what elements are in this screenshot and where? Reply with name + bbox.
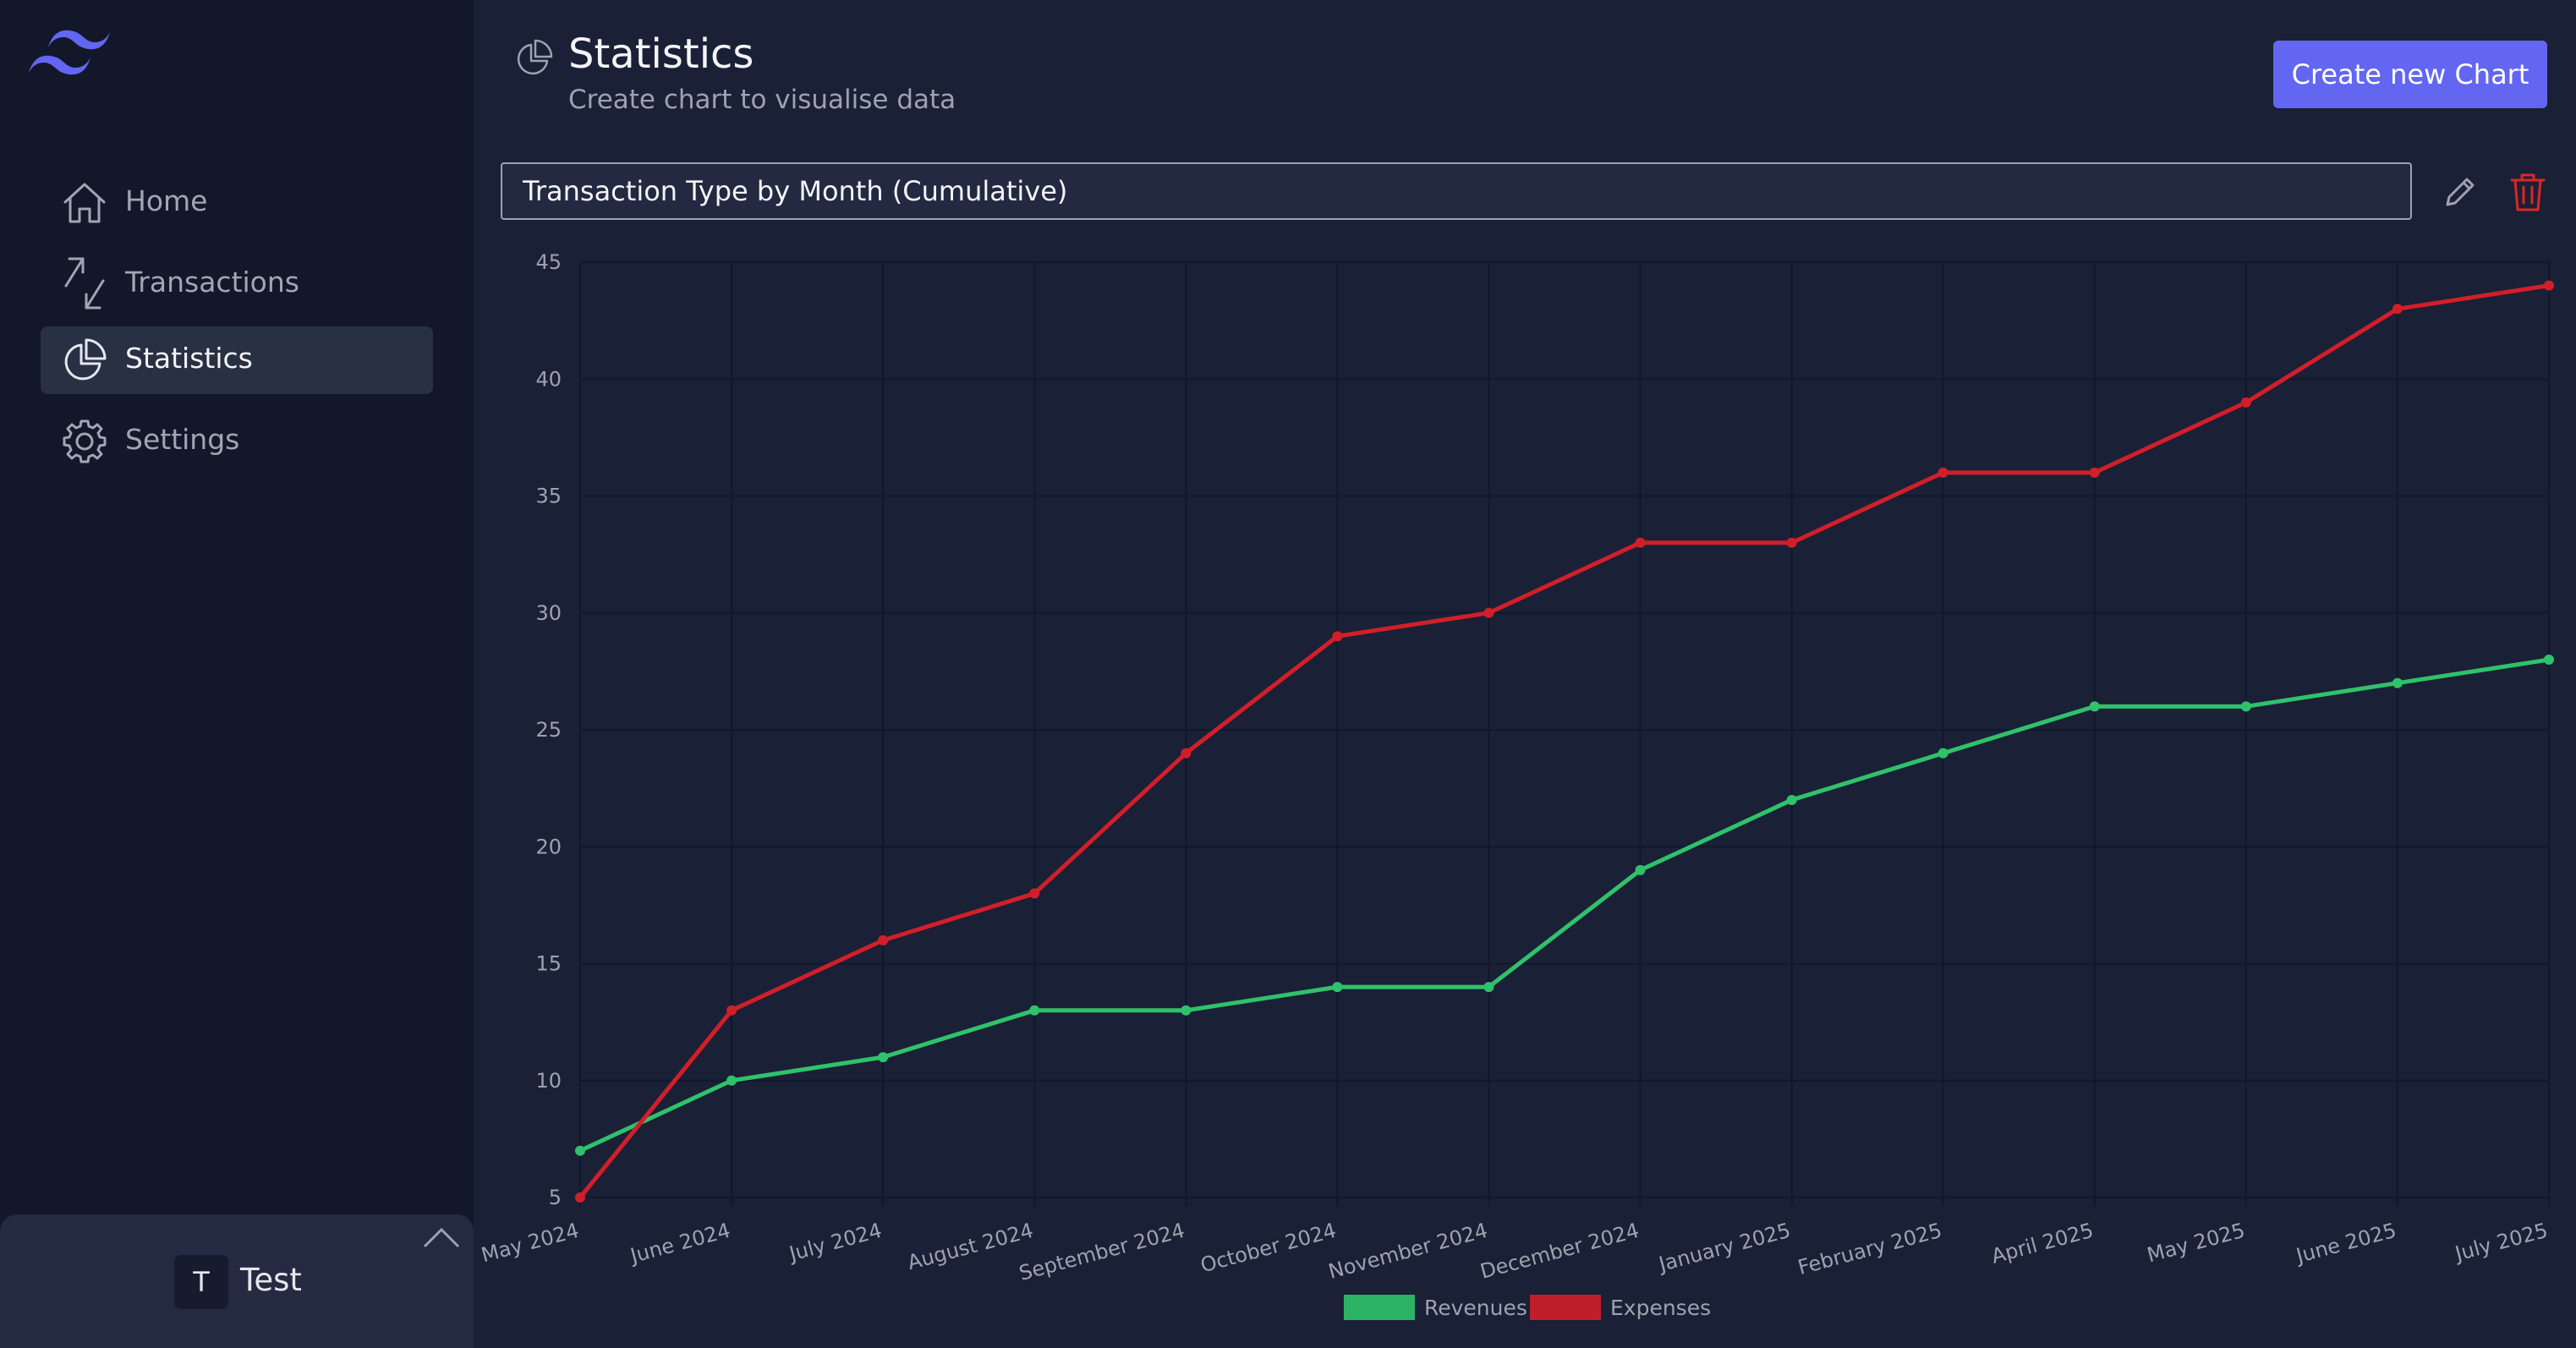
create-chart-button[interactable]: Create new Chart <box>2273 41 2547 108</box>
data-point-revenues <box>2544 655 2554 666</box>
data-point-expenses <box>2392 304 2403 315</box>
x-tick-label: December 2024 <box>1477 1219 1642 1284</box>
x-tick-label: September 2024 <box>1017 1219 1187 1285</box>
data-point-expenses <box>1483 607 1494 618</box>
sidebar: Home Transactions Statistics Settings T … <box>0 0 474 1348</box>
data-point-revenues <box>1786 794 1797 805</box>
data-point-revenues <box>726 1075 737 1086</box>
y-tick-label: 20 <box>535 835 562 858</box>
x-tick-label: July 2024 <box>785 1219 884 1267</box>
line-chart: 5 10 15 20 25 30 35 40 45 May 2024 June 2024 July 2… <box>479 250 2554 1320</box>
data-point-expenses <box>878 934 889 945</box>
x-tick-label: November 2024 <box>1326 1219 1490 1284</box>
sidebar-item-label: Settings <box>125 423 240 456</box>
data-point-revenues <box>1937 748 1948 759</box>
y-tick-label: 45 <box>535 250 562 274</box>
sidebar-item-settings[interactable]: Settings <box>41 408 433 475</box>
sidebar-item-transactions[interactable]: Transactions <box>41 250 433 318</box>
sidebar-item-label: Home <box>125 184 208 217</box>
x-tick-label: June 2025 <box>2292 1219 2398 1269</box>
pie-chart-icon <box>64 338 107 381</box>
legend-label: Expenses <box>1610 1296 1711 1320</box>
x-tick-label: January 2025 <box>1655 1219 1793 1277</box>
data-point-expenses <box>2089 467 2100 478</box>
x-tick-label: April 2025 <box>1989 1219 2096 1269</box>
arrows-icon <box>64 257 105 310</box>
x-tick-label: July 2025 <box>2451 1219 2550 1267</box>
data-point-expenses <box>2544 280 2554 291</box>
y-tick-label: 30 <box>535 601 562 625</box>
data-point-revenues <box>1332 982 1343 993</box>
data-point-revenues <box>1181 1005 1192 1016</box>
gear-icon <box>63 419 107 463</box>
data-point-revenues <box>878 1052 889 1063</box>
trash-icon[interactable] <box>2508 171 2547 213</box>
series-line-expenses <box>578 283 2550 1199</box>
page-title: Statistics <box>568 30 754 78</box>
data-point-expenses <box>1937 467 1948 478</box>
legend-swatch-expenses <box>1530 1295 1601 1320</box>
user-card[interactable]: T Test <box>0 1214 474 1348</box>
x-tick-label: August 2024 <box>905 1219 1036 1275</box>
x-tick-label: October 2024 <box>1198 1219 1339 1278</box>
x-tick-label: May 2025 <box>2145 1219 2248 1268</box>
data-point-revenues <box>2089 701 2100 712</box>
data-point-revenues <box>1029 1005 1040 1016</box>
chart-title-input[interactable] <box>501 162 2412 220</box>
x-tick-label: May 2024 <box>479 1219 582 1268</box>
pie-chart-icon <box>517 39 553 75</box>
y-tick-label: 10 <box>535 1069 562 1093</box>
data-point-expenses <box>1332 631 1343 642</box>
data-point-revenues <box>2392 677 2403 688</box>
y-tick-label: 5 <box>549 1186 562 1209</box>
legend-swatch-revenues <box>1344 1295 1415 1320</box>
y-tick-label: 15 <box>535 952 562 976</box>
data-point-expenses <box>575 1192 585 1203</box>
data-point-expenses <box>726 1005 737 1016</box>
tailwind-logo-icon[interactable] <box>27 25 112 86</box>
y-tick-label: 25 <box>535 718 562 742</box>
sidebar-item-label: Statistics <box>125 342 253 375</box>
series-line-revenues <box>578 657 2550 1153</box>
chevron-up-icon[interactable] <box>423 1226 460 1250</box>
data-point-revenues <box>1635 864 1646 875</box>
y-tick-label: 40 <box>535 367 562 391</box>
page-subtitle: Create chart to visualise data <box>568 85 956 115</box>
sidebar-item-home[interactable]: Home <box>41 169 433 237</box>
x-tick-label: February 2025 <box>1795 1219 1944 1280</box>
user-name: Test <box>240 1262 302 1298</box>
data-point-expenses <box>2240 397 2251 408</box>
legend-label: Revenues <box>1424 1296 1527 1320</box>
x-tick-label: June 2024 <box>627 1219 733 1269</box>
data-point-revenues <box>575 1145 585 1156</box>
data-point-revenues <box>2240 701 2251 712</box>
y-tick-label: 35 <box>535 485 562 508</box>
data-point-expenses <box>1029 888 1040 899</box>
avatar: T <box>174 1255 228 1309</box>
sidebar-item-statistics[interactable]: Statistics <box>41 326 433 394</box>
pencil-icon[interactable] <box>2441 173 2480 211</box>
data-point-expenses <box>1786 537 1797 548</box>
data-point-expenses <box>1181 748 1192 759</box>
data-point-revenues <box>1483 982 1494 993</box>
home-icon <box>63 183 106 223</box>
sidebar-item-label: Transactions <box>125 266 299 299</box>
data-point-expenses <box>1635 537 1646 548</box>
